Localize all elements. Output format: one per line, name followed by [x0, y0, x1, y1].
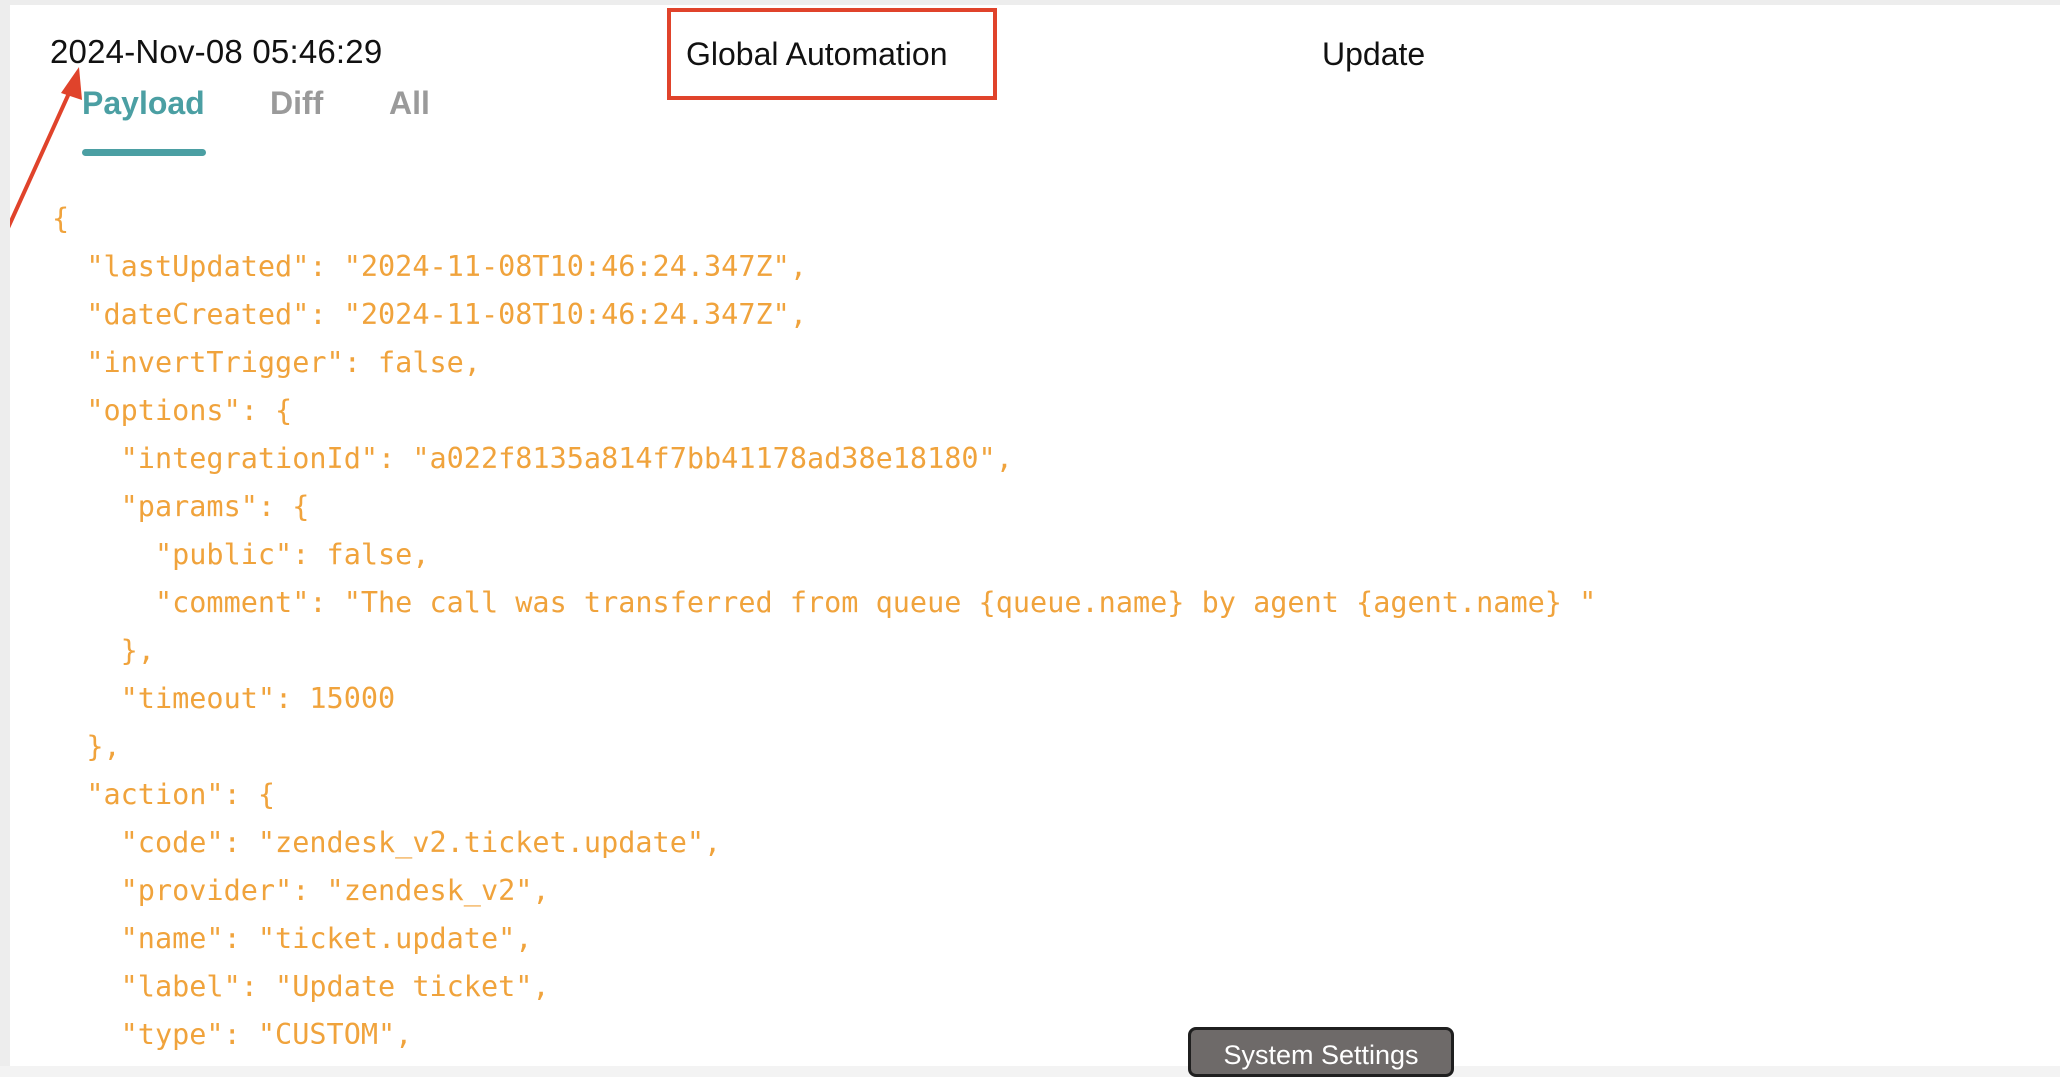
code-line: "options": { — [52, 394, 293, 427]
event-action-label: Update — [1322, 36, 1426, 72]
code-line: "timeout": 15000 — [52, 682, 396, 715]
code-line: "label": "Update ticket", — [52, 970, 550, 1003]
code-line: "params": { — [52, 490, 310, 523]
code-line: "name": "ticket.update", — [52, 922, 533, 955]
code-line: "integrationId": "a022f8135a814f7bb41178… — [52, 442, 1013, 475]
annotation-arrow-shaft — [10, 90, 72, 229]
left-edge — [0, 0, 10, 1066]
annotation-arrow-head — [61, 67, 82, 100]
tab-diff[interactable]: Diff — [270, 85, 323, 122]
code-line: "type": "CUSTOM", — [52, 1018, 413, 1051]
code-line: "action": { — [52, 778, 276, 811]
payload-json: { "lastUpdated": "2024-11-08T10:46:24.34… — [52, 195, 1596, 1059]
code-line: "dateCreated": "2024-11-08T10:46:24.347Z… — [52, 298, 807, 331]
code-line: "public": false, — [52, 538, 430, 571]
tab-all[interactable]: All — [389, 85, 430, 122]
event-detail-panel: 2024-Nov-08 05:46:29 Global Automation U… — [10, 5, 2060, 1066]
code-line: }, — [52, 634, 155, 667]
code-line: "provider": "zendesk_v2", — [52, 874, 550, 907]
system-settings-tooltip: System Settings — [1188, 1027, 1454, 1077]
code-line: "comment": "The call was transferred fro… — [52, 586, 1597, 619]
code-line: "code": "zendesk_v2.ticket.update", — [52, 826, 722, 859]
code-line: }, — [52, 730, 121, 763]
code-line: "invertTrigger": false, — [52, 346, 481, 379]
code-line: "lastUpdated": "2024-11-08T10:46:24.347Z… — [52, 250, 807, 283]
arrow-icon — [10, 67, 82, 229]
event-source-title: Global Automation — [686, 36, 948, 72]
